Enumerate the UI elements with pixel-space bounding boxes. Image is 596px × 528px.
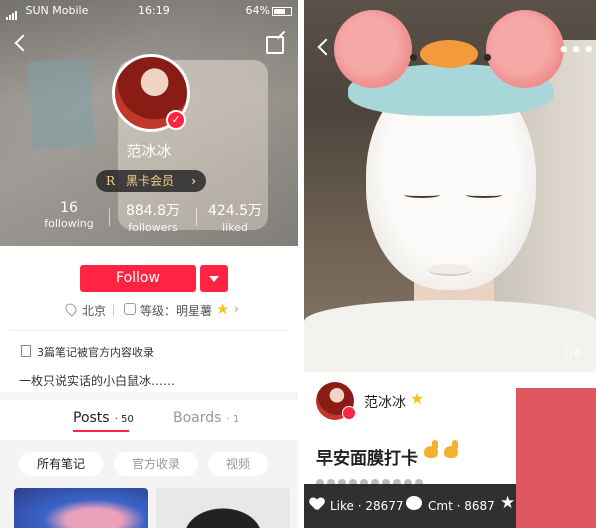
- chevron-right-icon: ›: [234, 302, 239, 316]
- stat-followers[interactable]: 884.8万 followers: [108, 200, 198, 234]
- active-tab-indicator: [73, 430, 129, 432]
- included-notes-text[interactable]: 3篇笔记被官方内容收录: [37, 344, 154, 360]
- tab-label: Posts: [73, 410, 110, 426]
- post-thumbnail[interactable]: [156, 488, 290, 528]
- carrier-name: SUN Mobile: [25, 4, 89, 17]
- level-icon: [124, 303, 136, 315]
- note-photo[interactable]: 1/4: [304, 0, 596, 372]
- tab-count: 1: [233, 414, 240, 425]
- divider: [10, 330, 288, 331]
- battery-level: 64%: [246, 4, 292, 17]
- carrier: SUN Mobile: [6, 4, 89, 20]
- heart-icon[interactable]: [310, 498, 324, 510]
- star-icon: ★: [216, 300, 230, 318]
- stat-label: following: [44, 217, 94, 230]
- photo-duck-eye: [410, 54, 417, 61]
- page-indicator: 1/4: [562, 346, 582, 360]
- status-bar-left: SUN Mobile 16:19 64%: [0, 0, 298, 20]
- side-overlay-block: [516, 388, 596, 528]
- more-icon[interactable]: •••: [558, 40, 596, 61]
- profile-username: 范冰冰: [126, 142, 172, 160]
- tab-count: 50: [121, 414, 134, 425]
- flexed-biceps-icon: [422, 440, 440, 462]
- author-name[interactable]: 范冰冰: [364, 392, 406, 412]
- like-button[interactable]: Like · 28677: [330, 499, 404, 513]
- level-text[interactable]: 等级：明星薯: [140, 302, 212, 319]
- section-gap: [0, 392, 298, 400]
- photo-eye: [466, 192, 502, 198]
- share-icon[interactable]: [266, 36, 284, 54]
- cover-decor-card: [27, 57, 95, 151]
- battery-icon: [272, 6, 292, 16]
- photo-shirt: [304, 300, 596, 372]
- filter-all-notes[interactable]: 所有笔记: [19, 452, 103, 476]
- profile-screen: SUN Mobile 16:19 64% ✓ 范冰冰 R 黑卡会员 › 16 f…: [0, 0, 298, 528]
- photo-fluffy-ear: [334, 10, 412, 88]
- stat-value: 424.5万: [207, 203, 263, 219]
- flexed-biceps-icon: [442, 440, 460, 462]
- stat-liked[interactable]: 424.5万 liked: [190, 200, 280, 234]
- verified-icon: ✓: [166, 110, 186, 130]
- status-time: 16:19: [138, 4, 170, 17]
- vip-badge[interactable]: R 黑卡会员 ›: [96, 170, 206, 192]
- photo-eye: [404, 192, 440, 198]
- comment-icon[interactable]: [406, 496, 422, 510]
- filter-official[interactable]: 官方收录: [114, 452, 198, 476]
- battery-text: 64%: [245, 4, 270, 17]
- bio-text: 一枚只说实话的小白鼠冰……: [19, 374, 176, 388]
- collect-star-icon[interactable]: ★: [500, 493, 515, 513]
- stat-following[interactable]: 16 following: [24, 200, 114, 230]
- photo-duck-beak: [420, 40, 478, 68]
- meta-divider: [113, 304, 114, 316]
- follow-button[interactable]: Follow: [80, 265, 196, 292]
- comment-label: Cmt: [428, 499, 453, 513]
- signal-icon: [6, 7, 22, 20]
- stat-value: 16: [60, 200, 78, 216]
- tab-posts[interactable]: Posts · 50: [73, 410, 134, 426]
- stat-label: liked: [222, 221, 248, 234]
- filter-video[interactable]: 视频: [208, 452, 268, 476]
- verified-icon: [342, 406, 356, 420]
- stat-label: followers: [128, 221, 178, 234]
- vip-label: 黑卡会员: [126, 174, 175, 188]
- comment-count: 8687: [464, 499, 495, 513]
- photo-fluffy-ear: [486, 10, 564, 88]
- tab-boards[interactable]: Boards · 1: [173, 410, 239, 426]
- note-icon: [21, 345, 31, 357]
- tab-label: Boards: [173, 410, 222, 426]
- location-text: 北京: [82, 304, 107, 318]
- post-thumbnail[interactable]: [14, 488, 148, 528]
- photo-duck-eye: [484, 54, 491, 61]
- like-count: 28677: [365, 499, 404, 513]
- follow-dropdown-button[interactable]: [200, 265, 228, 292]
- note-title: 早安面膜打卡: [316, 449, 418, 469]
- stat-value: 884.8万: [125, 203, 181, 219]
- vip-letter: R: [106, 174, 116, 188]
- location-icon: [63, 301, 79, 317]
- comment-button[interactable]: Cmt · 8687: [428, 499, 495, 513]
- profile-meta: 北京 等级：明星薯 ★ ›: [0, 300, 298, 320]
- star-icon: ★: [410, 389, 425, 408]
- like-label: Like: [330, 499, 354, 513]
- chevron-right-icon: ›: [191, 174, 196, 188]
- photo-lips: [428, 264, 472, 276]
